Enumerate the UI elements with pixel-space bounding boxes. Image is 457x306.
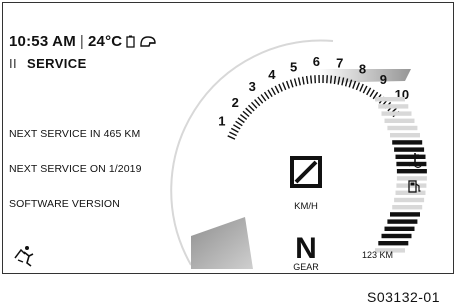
next-service-km: NEXT SERVICE IN 465 KM bbox=[9, 128, 141, 140]
bar-gauge-segment bbox=[394, 197, 425, 203]
bar-gauge-segment bbox=[396, 176, 427, 181]
status-bar: 10:53 AM | 24°C bbox=[9, 33, 157, 50]
rpm-label-9: 9 bbox=[380, 72, 387, 87]
rpm-label-1: 1 bbox=[218, 114, 225, 129]
rpm-label-5: 5 bbox=[290, 59, 297, 74]
bar-gauge-segment bbox=[392, 140, 423, 145]
bar-gauge-segment bbox=[381, 111, 412, 116]
battery-icon bbox=[126, 35, 135, 48]
rpm-label-4: 4 bbox=[268, 67, 276, 82]
bar-gauge-segment bbox=[375, 97, 405, 102]
rpm-minor-tick bbox=[310, 75, 313, 84]
gear-label: GEAR bbox=[293, 262, 319, 272]
clock-time: 10:53 AM bbox=[9, 33, 76, 50]
rider-seat-icon bbox=[14, 246, 34, 267]
menu-title: II SERVICE bbox=[9, 56, 87, 71]
display-frame: 1 2 3 4 5 6 7 8 9 10 KM/H N GEAR 123 KM … bbox=[2, 2, 454, 274]
bar-gauge-segment bbox=[378, 104, 409, 109]
bar-gauge-segment bbox=[384, 118, 415, 123]
bar-gauge-segment bbox=[390, 212, 420, 217]
rpm-label-6: 6 bbox=[313, 54, 320, 69]
bar-gauge-segment bbox=[384, 226, 415, 231]
fuel-range-text: 123 KM bbox=[362, 250, 393, 260]
software-version: SOFTWARE VERSION bbox=[9, 198, 120, 210]
bar-gauge-segment bbox=[395, 154, 426, 159]
bar-gauge-segment bbox=[395, 190, 426, 195]
gear-value: N bbox=[295, 232, 317, 265]
rpm-label-8: 8 bbox=[359, 62, 366, 77]
rpm-minor-tick bbox=[329, 75, 333, 84]
bar-gauge-segment bbox=[392, 205, 423, 210]
rpm-label-3: 3 bbox=[249, 79, 256, 94]
next-service-date: NEXT SERVICE ON 1/2019 bbox=[9, 163, 142, 175]
menu-title-text: SERVICE bbox=[27, 56, 87, 71]
bar-gauge-segment bbox=[381, 233, 412, 239]
helmet-connect-icon bbox=[139, 35, 157, 48]
rpm-label-2: 2 bbox=[232, 95, 239, 110]
bar-gauge-segment bbox=[394, 147, 425, 152]
menu-bars-glyph: II bbox=[9, 56, 18, 71]
bar-gauge-segment bbox=[387, 125, 418, 131]
bar-gauge-segment bbox=[387, 219, 418, 224]
rpm-label-7: 7 bbox=[336, 56, 343, 71]
rpm-minor-tick bbox=[326, 75, 328, 84]
speed-unit-label: KM/H bbox=[294, 201, 318, 212]
ambient-temperature: 24°C bbox=[88, 33, 123, 50]
bar-gauge-segment bbox=[390, 133, 420, 138]
bar-gauge-segment bbox=[396, 169, 427, 174]
figure-id: S03132-01 bbox=[367, 289, 441, 305]
bar-gauge-segment bbox=[378, 241, 409, 246]
status-separator: | bbox=[79, 33, 85, 50]
